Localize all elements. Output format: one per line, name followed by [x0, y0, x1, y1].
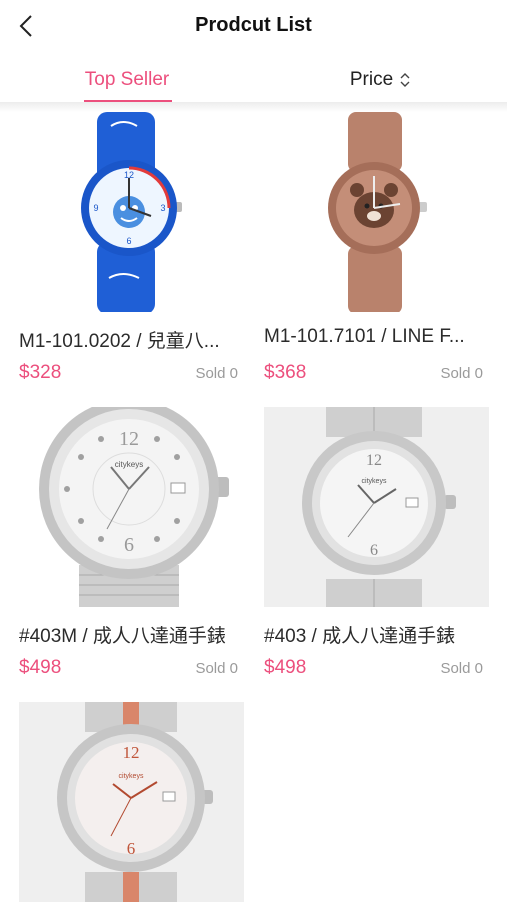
svg-text:6: 6 — [126, 236, 131, 246]
sold-count: Sold 0 — [440, 660, 483, 677]
sold-number: 0 — [229, 660, 238, 677]
silver-link-watch-image: 12 6 citykeys — [302, 407, 456, 607]
svg-text:6: 6 — [370, 542, 378, 559]
app-header: Prodcut List — [0, 0, 507, 56]
svg-text:3: 3 — [160, 203, 165, 213]
sold-label: Sold — [440, 660, 471, 677]
svg-text:12: 12 — [124, 170, 134, 180]
sold-number: 0 — [229, 365, 238, 382]
svg-text:12: 12 — [366, 452, 382, 469]
product-price: $498 — [19, 657, 62, 678]
sort-updown-icon — [399, 71, 411, 89]
sold-label: Sold — [195, 365, 226, 382]
sold-count: Sold 0 — [195, 365, 238, 382]
svg-text:12: 12 — [123, 743, 140, 762]
tab-price[interactable]: Price — [254, 58, 507, 102]
product-name: #403 / 成人八達通手錶 — [264, 626, 456, 647]
sold-label: Sold — [440, 365, 471, 382]
product-price: $498 — [264, 657, 307, 678]
svg-text:citykeys: citykeys — [115, 460, 143, 469]
product-image[interactable] — [264, 112, 489, 312]
silver-mesh-watch-image: 12 6 citykeys — [39, 407, 229, 607]
sold-count: Sold 0 — [440, 365, 483, 382]
sold-label: Sold — [195, 660, 226, 677]
svg-text:6: 6 — [127, 839, 136, 858]
product-image[interactable]: 12 6 citykeys — [264, 407, 489, 607]
svg-text:9: 9 — [93, 203, 98, 213]
product-price: $328 — [19, 362, 62, 383]
svg-text:citykeys: citykeys — [119, 773, 144, 780]
page-title: Prodcut List — [195, 14, 312, 36]
product-name: #403M / 成人八達通手錶 — [19, 626, 226, 647]
tab-top-seller[interactable]: Top Seller — [0, 58, 254, 102]
header-divider — [0, 102, 507, 112]
tab-price-label: Price — [349, 69, 394, 90]
product-image[interactable]: 12 6 citykeys — [19, 702, 244, 902]
sold-count: Sold 0 — [195, 660, 238, 677]
blue-shark-kids-watch-image: 12 3 6 9 — [81, 112, 182, 312]
product-name: M1-101.0202 / 兒童八... — [19, 331, 220, 352]
svg-text:6: 6 — [124, 534, 134, 556]
product-price: $368 — [264, 362, 307, 383]
product-image[interactable]: 12 6 citykeys — [19, 407, 244, 607]
svg-text:citykeys: citykeys — [362, 478, 387, 485]
brown-bear-watch-image — [328, 112, 427, 312]
product-name: M1-101.7101 / LINE F... — [264, 326, 465, 347]
tab-top-seller-label: Top Seller — [84, 69, 170, 90]
svg-text:12: 12 — [119, 428, 139, 450]
sold-number: 0 — [474, 660, 483, 677]
product-image[interactable]: 12 3 6 9 — [19, 112, 244, 312]
rose-gold-link-watch-image: 12 6 citykeys — [57, 702, 213, 902]
sort-tabs: Top Seller Price — [0, 58, 507, 102]
sold-number: 0 — [474, 365, 483, 382]
